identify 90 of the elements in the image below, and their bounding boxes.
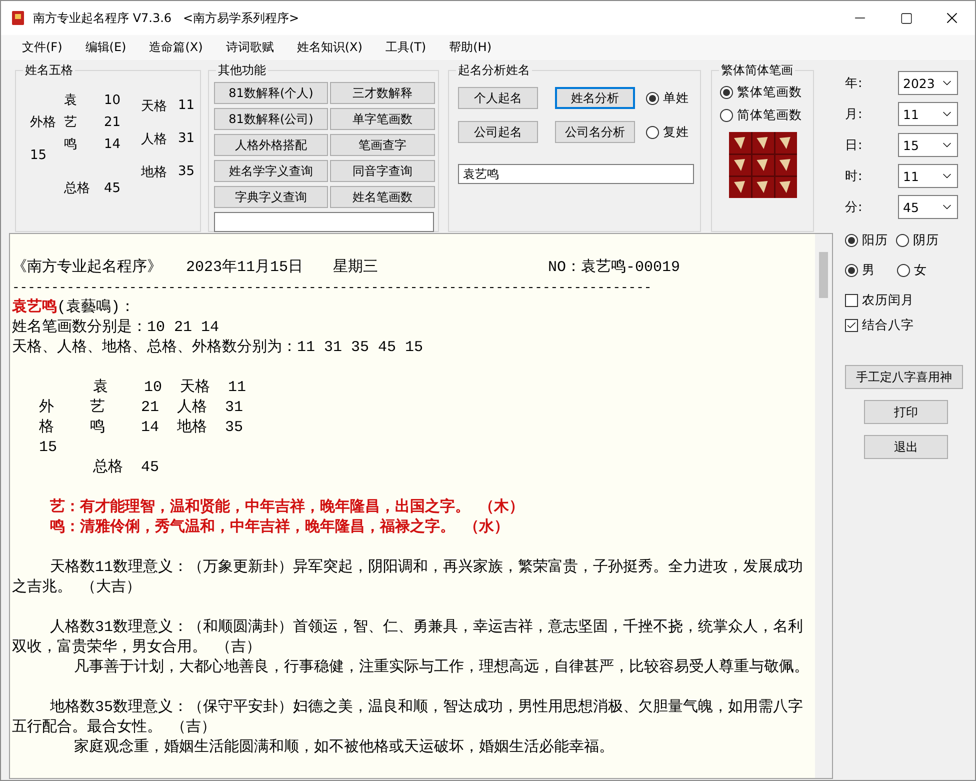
action-button[interactable]: 打印: [864, 400, 948, 424]
menu-item[interactable]: 编辑(E): [78, 35, 134, 60]
report-header-text: 《南方专业起名程序》: [12, 258, 162, 278]
radio-option[interactable]: 简体笔画数: [720, 107, 808, 124]
radio-option[interactable]: 复姓: [646, 124, 689, 140]
grid-label: 总格: [63, 180, 90, 197]
analysis-button[interactable]: 公司起名: [458, 121, 538, 143]
function-button[interactable]: 81数解释(公司): [214, 108, 328, 130]
date-label: 年:: [845, 74, 864, 92]
dashed-rule: ----------------------------------------------------------------------------------: [12, 279, 653, 297]
radio-option[interactable]: 繁体笔画数: [720, 84, 808, 101]
grid-label: 人格: [140, 130, 167, 148]
group-title: 其他功能: [216, 62, 268, 79]
name-character: 艺: [63, 114, 77, 131]
function-button[interactable]: 81数解释(个人): [214, 82, 328, 104]
group-title: 起名分析姓名: [456, 62, 532, 79]
checkbox-option[interactable]: 结合八字: [845, 316, 914, 334]
menu-item[interactable]: 诗词歌赋: [218, 35, 281, 60]
grid-value: 15: [29, 148, 47, 162]
function-button[interactable]: 同音字查询: [330, 160, 435, 182]
menu-item[interactable]: 文件(F): [15, 35, 70, 60]
report-text: 家庭观念重，婚姻生活能圆满和顺，如不被他格或天运破坏，婚姻生活必能幸福。: [73, 738, 615, 758]
function-button[interactable]: 三才数解释: [330, 82, 435, 104]
grid-label: 地格: [140, 164, 167, 180]
report-text: 天格、人格、地格、总格、外格数分别为：11 31 35 45 15: [12, 338, 424, 358]
radio-option[interactable]: 阳历: [845, 232, 888, 248]
function-button[interactable]: 姓名笔画数: [330, 186, 435, 208]
date-label: 月:: [845, 106, 864, 122]
name-character: 袁: [63, 92, 77, 109]
stroke-count: 21: [103, 114, 121, 130]
group-title: 姓名五格: [23, 62, 75, 79]
function-button[interactable]: 单字笔画数: [330, 108, 435, 130]
report-name: 袁艺鸣: [12, 298, 57, 318]
date-select[interactable]: 2023: [898, 71, 958, 95]
menu-item[interactable]: 造命篇(X): [142, 35, 210, 60]
date-label: 分:: [845, 198, 864, 216]
stroke-count: 14: [103, 136, 121, 152]
name-field[interactable]: 袁艺鸣: [458, 164, 694, 184]
analysis-button[interactable]: 姓名分析: [555, 87, 635, 109]
action-button[interactable]: 手工定八字喜用神: [845, 365, 963, 389]
report-header-text: 2023年11月15日: [186, 258, 304, 278]
date-select[interactable]: 45: [898, 195, 958, 219]
radio-option[interactable]: 单姓: [646, 90, 689, 106]
grid-value: 11: [177, 98, 195, 113]
menu-item[interactable]: 帮助(H): [442, 35, 498, 60]
report-header-text: 星期三: [333, 258, 378, 278]
grid-label: 外格: [29, 114, 56, 131]
group-title: 繁体简体笔画: [719, 62, 795, 79]
app-icon: [11, 10, 25, 26]
report-text: 人格数31数理意义：（和顺圆满卦）首领运，智、仁、勇兼具，幸运吉祥，意志坚固，千挫不挠，统掌众人，名利双收，富贵荣华，男女合用。 （吉）: [12, 618, 804, 658]
function-button[interactable]: 笔画查字: [330, 134, 435, 156]
grid-value: 35: [177, 164, 195, 179]
action-button[interactable]: 退出: [864, 435, 948, 459]
report-header-text: NO：袁艺鸣-00019: [548, 258, 680, 278]
report-text: 袁 10 天格 11: [92, 378, 248, 398]
name-character: 鸣: [63, 136, 77, 153]
grid-label: 天格: [140, 98, 167, 114]
report-text: 姓名笔画数分别是：10 21 14: [12, 318, 220, 338]
report-text: 总格 45: [92, 458, 160, 478]
date-select[interactable]: 11: [898, 164, 958, 188]
report-text: 鸣：清雅伶俐，秀气温和，中年吉祥，晚年隆昌，福禄之字。 （水）: [49, 518, 510, 538]
menu-item[interactable]: 姓名知识(X): [290, 35, 370, 60]
analysis-button[interactable]: 公司名分析: [555, 121, 635, 143]
grid-value: 31: [177, 131, 195, 146]
report-text: 天格数11数理意义：（万象更新卦）异军突起，阴阳调和，再兴家族，繁荣富贵，子孙挺秀。全力进攻，发展成功之吉兆。 （大吉）: [12, 558, 804, 598]
function-button[interactable]: 人格外格搭配: [214, 134, 328, 156]
date-select[interactable]: 11: [898, 102, 958, 126]
stroke-count: 10: [103, 92, 121, 108]
report-text: 15: [38, 438, 58, 458]
report-text: 艺：有才能理智，温和贤能，中年吉祥，晚年隆昌，出国之字。 （木）: [49, 498, 526, 518]
date-label: 日:: [845, 136, 864, 154]
window-title: 南方专业起名程序 V7.3.6 <南方易学系列程序>: [33, 10, 300, 26]
grid-value: 45: [103, 180, 121, 196]
analysis-button[interactable]: 个人起名: [458, 87, 538, 109]
report-text: 地格数35数理意义：（保守平安卦）妇德之美，温良和顺，智达成功，男性用思想消极、欠胆量气魄，如用需八字五行配合。最合女性。 （吉）: [12, 698, 804, 738]
report-text: 外 艺 21 人格 31: [38, 398, 244, 418]
radio-option[interactable]: 男: [845, 262, 889, 278]
date-label: 时:: [845, 168, 864, 184]
function-button[interactable]: 字典字义查询: [214, 186, 328, 208]
radio-option[interactable]: 女: [897, 262, 927, 278]
radio-option[interactable]: 阴历: [896, 232, 939, 248]
input-field[interactable]: [214, 212, 434, 232]
menu-item[interactable]: 工具(T): [378, 35, 434, 60]
report-text: (袁藝鳴)：: [57, 298, 136, 318]
date-select[interactable]: 15: [898, 133, 958, 157]
report-text: 凡事善于计划，大都心地善良，行事稳健，注重实际与工作，理想高远，自律甚严，比较容易受人尊重与敬佩。: [73, 658, 810, 678]
checkbox-option[interactable]: 农历闰月: [845, 292, 914, 308]
report-text: 格 鸣 14 地格 35: [38, 418, 244, 438]
scrollbar[interactable]: [815, 234, 832, 778]
function-button[interactable]: 姓名学字义查询: [214, 160, 328, 182]
